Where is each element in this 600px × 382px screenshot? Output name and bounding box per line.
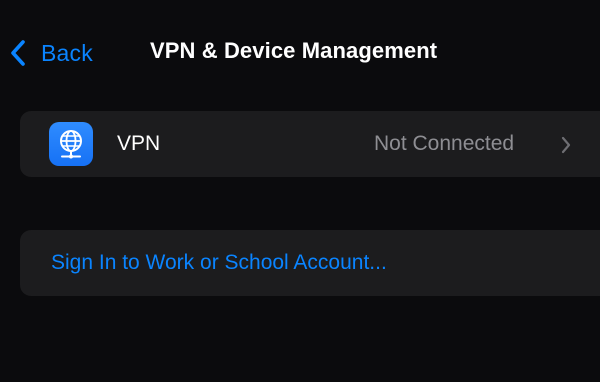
vpn-label: VPN — [117, 132, 161, 155]
navigation-bar: Back VPN & Device Management — [0, 24, 600, 80]
account-group: Sign In to Work or School Account... — [20, 230, 600, 296]
vpn-status-value: Not Connected — [374, 132, 515, 155]
chevron-left-icon — [11, 40, 25, 66]
sign-in-work-school-account-link[interactable]: Sign In to Work or School Account... — [51, 251, 387, 275]
vpn-group: VPN Not Connected — [20, 111, 600, 177]
screen: Back VPN & Device Management VPN Not Con… — [0, 0, 600, 382]
back-button[interactable]: Back — [8, 36, 93, 70]
back-label: Back — [41, 39, 93, 66]
globe-network-icon — [49, 122, 93, 166]
chevron-right-icon — [561, 136, 571, 154]
page-title: VPN & Device Management — [150, 38, 438, 63]
vpn-row[interactable]: VPN Not Connected — [20, 111, 600, 177]
